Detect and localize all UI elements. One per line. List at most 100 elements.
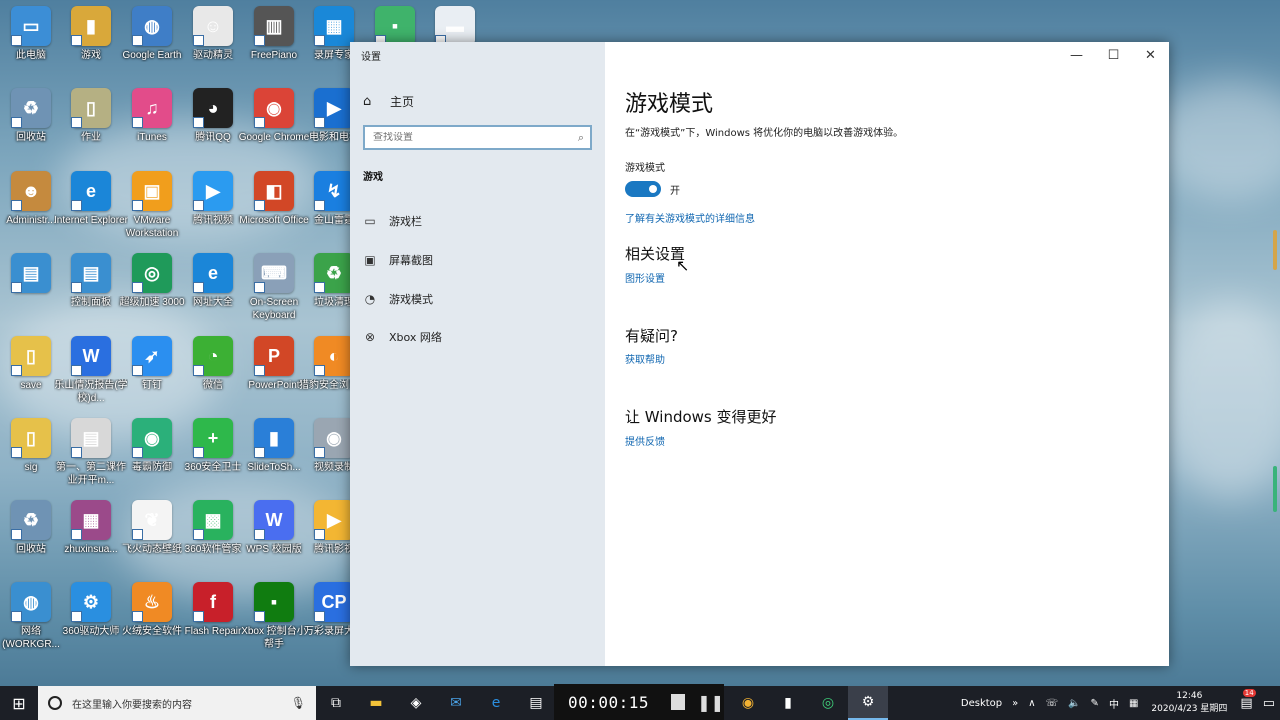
desktop-icon[interactable]: ▣ VMware Workstation <box>118 171 186 251</box>
tray-expand-icon[interactable]: ∧ <box>1028 698 1035 709</box>
desktop-icon[interactable]: ▤ <box>0 253 65 333</box>
app-icon: ▮ <box>254 418 294 458</box>
desktop-icon[interactable]: ♻ 回收站 <box>0 88 65 168</box>
system-tray: Desktop » ∧ ☏ 🔈 ✎ 中 ▦ 12:46 2020/4/23 星期… <box>956 686 1280 720</box>
recorder-icon[interactable]: ▮ <box>768 686 808 720</box>
network-icon[interactable]: ☏ <box>1046 698 1059 709</box>
home-icon: ⌂ <box>363 94 372 109</box>
sidebar-item-label: 游戏栏 <box>389 215 422 228</box>
desktop-icon[interactable]: ♻ 回收站 <box>0 500 65 580</box>
desktop-icon[interactable]: P PowerPoint <box>240 336 308 416</box>
vmware-icon[interactable]: ◈ <box>396 686 436 720</box>
mail-icon[interactable]: ✉ <box>436 686 476 720</box>
desktop-icon[interactable]: ◍ Google Earth <box>118 6 186 86</box>
desktop-icon[interactable]: ◔ 微信 <box>179 336 247 416</box>
notes-icon[interactable]: ▤ 14 <box>1240 688 1256 711</box>
desktop-icon[interactable]: ▶ 腾讯视频 <box>179 171 247 251</box>
app-icon: ♫ <box>132 88 172 128</box>
file-explorer-icon[interactable]: ▬ <box>356 686 396 720</box>
desktop-toolbar-label[interactable]: Desktop <box>961 698 1002 709</box>
keyboard-icon[interactable]: ▦ <box>1129 698 1138 709</box>
clock[interactable]: 12:46 2020/4/23 星期四 <box>1151 690 1227 716</box>
window-title: 设置 <box>361 52 381 63</box>
desktop-icon[interactable]: ◕ 腾讯QQ <box>179 88 247 168</box>
desktop-icon[interactable]: ▮ 游戏 <box>57 6 125 86</box>
settings-taskbar-icon[interactable]: ⚙ <box>848 686 888 720</box>
desktop-icon[interactable]: ⚙ 360驱动大师 <box>57 582 125 662</box>
action-center-icon[interactable]: ▭ <box>1263 696 1275 711</box>
app-icon: e <box>193 253 233 293</box>
edge-icon[interactable]: e <box>476 686 516 720</box>
get-help-link[interactable]: 获取帮助 <box>625 351 665 366</box>
store-icon[interactable]: ▤ <box>516 686 556 720</box>
desktop-icon[interactable]: ▩ 360软件管家 <box>179 500 247 580</box>
desktop-icon[interactable]: W WPS 校园版 <box>240 500 308 580</box>
app-icon: ▤ <box>71 418 111 458</box>
desktop-icon[interactable]: W 乐山情况报告(学校)d... <box>54 336 128 416</box>
sidebar-home-link[interactable]: ⌂ 主页 <box>363 93 414 110</box>
desktop-icon[interactable]: ◉ 毒霸防御 <box>118 418 186 498</box>
taskbar-search[interactable]: 在这里输入你要搜索的内容 🎙 <box>38 686 316 720</box>
sidebar-item-captures[interactable]: ▣ 屏幕截图 <box>363 252 433 268</box>
pause-recording-button[interactable]: ❚❚ <box>697 693 724 712</box>
settings-search-input[interactable] <box>373 132 563 143</box>
desktop-icon[interactable]: ❦ 飞火动态壁纸 <box>118 500 186 580</box>
cortana-icon[interactable] <box>48 696 62 710</box>
settings-search-box[interactable]: ⌕ <box>363 125 592 150</box>
stop-recording-button[interactable] <box>671 694 686 710</box>
app-icon: ▩ <box>193 500 233 540</box>
desktop-icon[interactable]: ▮ SlideToSh... <box>240 418 308 498</box>
sidebar-item-xbox-network[interactable]: ⊗ Xbox 网络 <box>363 329 442 345</box>
app-icon: CP <box>314 582 354 622</box>
settings-sidebar: 设置 ⌂ 主页 ⌕ 游戏 ▭ 游戏栏 ▣ 屏幕截图 ◔ 游戏模式 ⊗ Xbox … <box>350 42 605 666</box>
app-icon: e <box>71 171 111 211</box>
app-icon: ▪ <box>375 6 415 46</box>
game-mode-toggle[interactable] <box>625 181 661 197</box>
app-icon: ▤ <box>11 253 51 293</box>
desktop-icon[interactable]: ▦ zhuxinsua... <box>57 500 125 580</box>
desktop-icon[interactable]: ☻ Administr... <box>0 171 65 251</box>
desktop-icon[interactable]: ▤ 控制面板 <box>57 253 125 333</box>
desktop-icon[interactable]: ◉ Google Chrome <box>239 88 309 168</box>
desktop-icon[interactable]: ▪ Xbox 控制台小帮手 <box>240 582 308 662</box>
task-view-icon[interactable]: ⧉ <box>316 686 356 720</box>
graphics-settings-link[interactable]: 图形设置 <box>625 270 665 285</box>
app-icon: ◕ <box>193 88 233 128</box>
desktop-icon[interactable]: ◍ 网络 (WORKGR... <box>0 582 65 662</box>
desktop-icon[interactable]: ☺ 驱动精灵 <box>179 6 247 86</box>
desktop-icon[interactable]: ◧ Microsoft Office <box>239 171 309 251</box>
minimize-button[interactable]: — <box>1058 42 1095 68</box>
scroll-handle-bottom[interactable] <box>1273 466 1277 512</box>
microphone-icon[interactable]: 🎙 <box>291 696 306 710</box>
start-button[interactable]: ⊞ <box>0 686 38 720</box>
ime-label[interactable]: 中 <box>1109 696 1119 711</box>
close-button[interactable]: ✕ <box>1132 42 1169 68</box>
desktop-icon[interactable]: ▯ 作业 <box>57 88 125 168</box>
sidebar-item-label: Xbox 网络 <box>389 331 442 344</box>
desktop-icon[interactable]: ◎ 超级加速 3000 <box>118 253 186 333</box>
sidebar-item-game-mode[interactable]: ◔ 游戏模式 <box>363 291 433 307</box>
home-label: 主页 <box>390 95 415 109</box>
desktop-icon[interactable]: ▭ 此电脑 <box>0 6 65 86</box>
maximize-button[interactable]: ☐ <box>1095 42 1132 68</box>
learn-more-link[interactable]: 了解有关游戏模式的详细信息 <box>625 210 755 225</box>
give-feedback-link[interactable]: 提供反馈 <box>625 433 665 448</box>
pen-icon[interactable]: ✎ <box>1091 698 1099 709</box>
desktop-icon[interactable]: ♫ iTunes <box>118 88 186 168</box>
desktop-icon[interactable]: ▤ 第一、第二课作业开平m... <box>56 418 126 498</box>
window-controls: — ☐ ✕ <box>1058 42 1169 68</box>
app-icon: ▭ <box>11 6 51 46</box>
360-icon[interactable]: ◎ <box>808 686 848 720</box>
chevron-icon[interactable]: » <box>1012 698 1018 709</box>
scroll-handle-top[interactable] <box>1273 230 1277 270</box>
desktop-icon[interactable]: ▥ FreePiano <box>240 6 308 86</box>
desktop-icon[interactable]: ➶ 钉钉 <box>118 336 186 416</box>
desktop-icon[interactable]: ♨ 火绒安全软件 <box>118 582 186 662</box>
desktop-icon[interactable]: +360安全卫士 <box>179 418 247 498</box>
desktop-icon[interactable]: ⌨ On-Screen Keyboard <box>240 253 308 333</box>
sidebar-item-game-bar[interactable]: ▭ 游戏栏 <box>363 213 422 229</box>
volume-icon[interactable]: 🔈 <box>1068 698 1080 709</box>
search-icon[interactable]: ⌕ <box>578 131 584 145</box>
chrome-icon[interactable]: ◉ <box>728 686 768 720</box>
app-icon: ♻ <box>314 253 354 293</box>
